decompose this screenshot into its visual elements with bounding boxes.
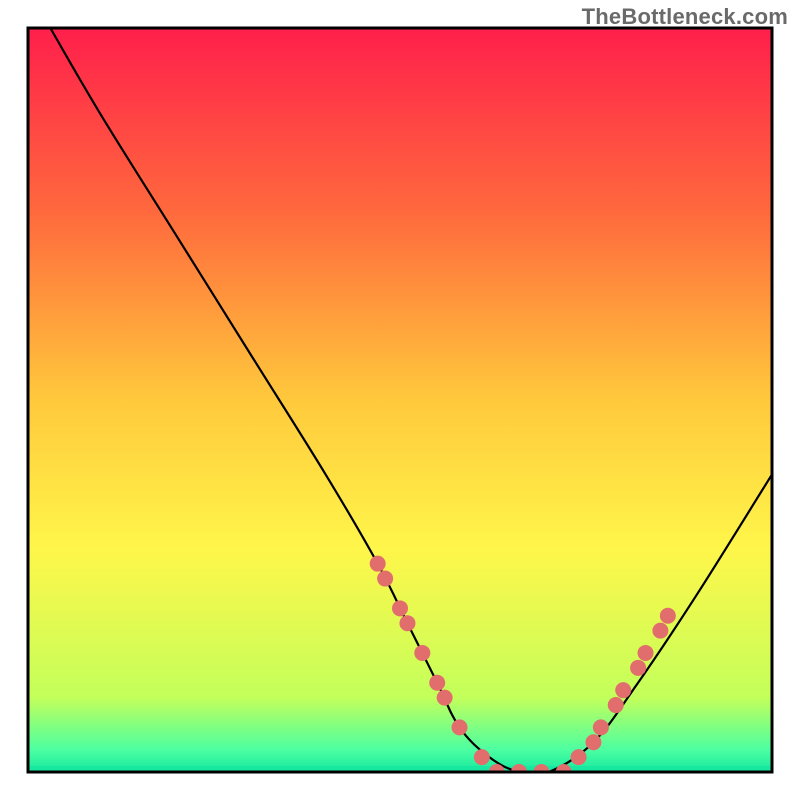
plot-background (28, 28, 772, 772)
highlight-dot (593, 719, 609, 735)
highlight-dot (437, 690, 453, 706)
highlight-dot (429, 675, 445, 691)
chart-frame: TheBottleneck.com (0, 0, 800, 800)
highlight-dot (370, 556, 386, 572)
highlight-dot (392, 600, 408, 616)
highlight-dot (638, 645, 654, 661)
highlight-dot (474, 749, 490, 765)
highlight-dot (452, 719, 468, 735)
highlight-dot (660, 608, 676, 624)
highlight-dot (585, 734, 601, 750)
watermark-text: TheBottleneck.com (582, 4, 788, 30)
bottleneck-chart (0, 0, 800, 800)
highlight-dot (652, 623, 668, 639)
highlight-dot (377, 571, 393, 587)
highlight-dot (608, 697, 624, 713)
highlight-dot (630, 660, 646, 676)
highlight-dot (414, 645, 430, 661)
highlight-dot (571, 749, 587, 765)
highlight-dot (615, 682, 631, 698)
highlight-dot (399, 615, 415, 631)
